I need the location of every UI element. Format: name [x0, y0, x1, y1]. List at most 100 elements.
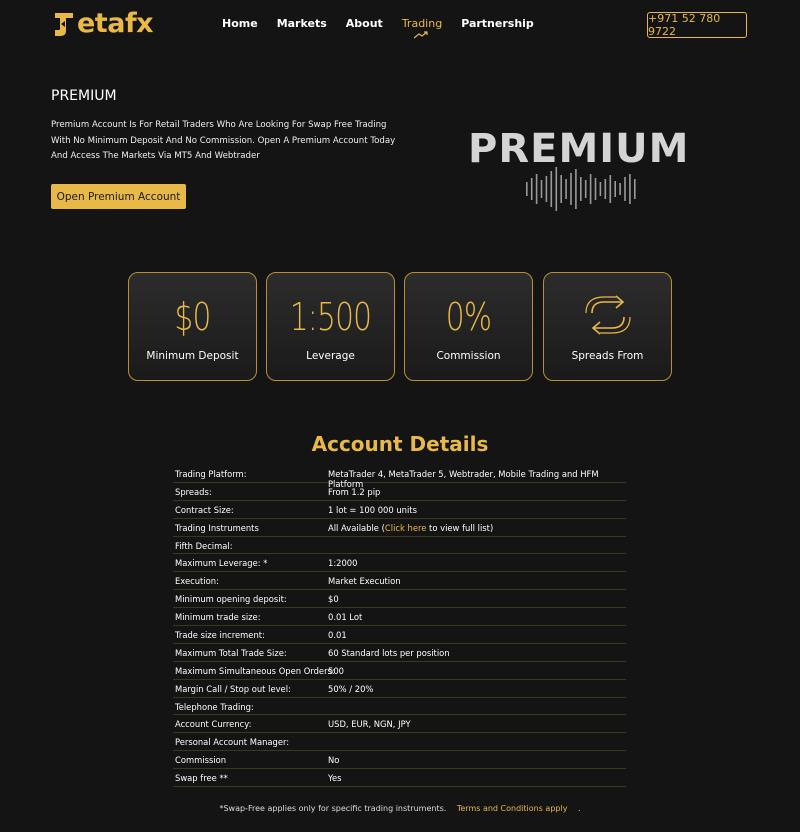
row-label: Commission [175, 755, 227, 766]
stat-label: Spreads From [571, 350, 644, 362]
nav-trading[interactable]: Trading [402, 17, 442, 39]
table-row: Maximum Total Trade Size: 60 Standard lot… [173, 644, 626, 662]
wave-bar [629, 174, 631, 204]
exchange-arrows-icon [585, 295, 631, 335]
account-details-table: Trading Platform: MetaTrader 4, MetaTrade… [173, 465, 626, 788]
row-label: Trade size increment: [175, 630, 265, 641]
terms-link[interactable]: Terms and Conditions apply [457, 804, 568, 813]
row-label: Maximum Simultaneous Open Orders: [175, 665, 335, 676]
table-row: Minimum opening deposit: $0 [173, 590, 626, 609]
stat-value: 0% [445, 295, 492, 339]
wave-bar [580, 177, 582, 201]
table-row: Trading Instruments All Available (Click … [173, 519, 626, 537]
trend-up-icon [413, 31, 428, 39]
wave-bar [589, 174, 592, 204]
table-row: Swap free ** Yes [173, 769, 626, 788]
table-row: Margin Call / Stop out level: 50% / 20% [173, 680, 626, 698]
table-row: Contract Size: 1 lot = 100 000 units [173, 501, 626, 519]
row-value: 1:2000 [328, 558, 358, 569]
footnote-text: *Swap-Free applies only for specific tra… [219, 804, 447, 813]
row-label: Personal Account Manager: [175, 737, 290, 748]
stat-card-commission: 0% Commission [404, 272, 533, 381]
sound-wave-graphic [526, 167, 636, 211]
nav-markets[interactable]: Markets [277, 17, 327, 30]
nav-home[interactable]: Home [222, 17, 258, 30]
wave-bar [584, 180, 587, 198]
hero-description: Premium Account Is For Retail Traders Wh… [51, 120, 396, 161]
wave-bar [530, 178, 533, 200]
stat-value: $0 [174, 295, 211, 339]
table-row: Commission No [173, 751, 626, 770]
row-value: From 1.2 pip [328, 486, 381, 497]
row-value: 1 lot = 100 000 units [328, 504, 417, 515]
row-label: Swap free ** [175, 773, 228, 784]
row-value-text: to view full list) [426, 522, 494, 533]
wave-bar [526, 182, 528, 196]
row-label: Telephone Trading: [175, 701, 254, 712]
wave-bar [599, 182, 602, 196]
table-row: Maximum Simultaneous Open Orders: 500 [173, 662, 626, 680]
wave-bar [555, 167, 558, 211]
wave-bar [604, 179, 607, 199]
wave-bar [619, 183, 621, 195]
table-row: Execution: Market Execution [173, 572, 626, 591]
row-label: Minimum trade size: [175, 612, 261, 623]
table-row: Trading Platform: MetaTrader 4, MetaTrade… [173, 465, 626, 489]
row-value: 500 [328, 665, 344, 676]
row-value: 50% / 20% [328, 683, 374, 694]
row-label: Execution: [175, 576, 219, 587]
logo-mark-icon [55, 12, 73, 36]
page-title: PREMIUM [51, 88, 117, 104]
stat-label: Commission [436, 350, 501, 362]
row-value: Market Execution [328, 576, 401, 587]
nav-partnership[interactable]: Partnership [461, 17, 534, 30]
row-value: 0.01 Lot [328, 612, 363, 623]
wave-bar [560, 175, 562, 203]
row-label: Trading Instruments [175, 522, 259, 533]
row-label: Margin Call / Stop out level: [175, 683, 291, 694]
row-label: Trading Platform: [175, 469, 247, 479]
logo[interactable]: etafx [52, 8, 154, 39]
logo-text: etafx [77, 8, 154, 39]
view-instruments-link[interactable]: Click here [385, 523, 427, 533]
open-premium-account-button[interactable]: Open Premium Account [51, 184, 186, 209]
wave-bar [624, 177, 626, 201]
footnote: *Swap-Free applies only for specific tra… [0, 804, 800, 813]
table-row: Personal Account Manager: [173, 733, 626, 752]
table-row: Account Currency: USD, EUR, NGN, JPY [173, 715, 626, 734]
table-row: Fifth Decimal: [173, 537, 626, 555]
row-value: 60 Standard lots per position [328, 647, 450, 658]
row-value: 0.01 [328, 630, 347, 641]
wave-bar [634, 179, 636, 199]
wave-bar [565, 179, 567, 199]
stat-card-leverage: 1:500 Leverage [266, 272, 395, 381]
row-label: Account Currency: [175, 719, 252, 730]
wave-bar [575, 169, 577, 209]
wave-bar [594, 178, 597, 200]
table-row: Minimum trade size: 0.01 Lot [173, 608, 626, 627]
stat-label: Minimum Deposit [146, 350, 239, 362]
site-header: etafx Home Markets About Trading Partner… [0, 0, 800, 52]
main-nav: Home Markets About Trading Partnership [222, 17, 553, 39]
table-row: Telephone Trading: [173, 698, 626, 716]
wave-bar [540, 180, 543, 198]
row-value: No [328, 755, 340, 766]
wave-bar [570, 173, 572, 205]
account-details-title: Account Details [311, 432, 489, 456]
row-value: USD, EUR, NGN, JPY [328, 719, 411, 730]
table-row: Spreads: From 1.2 pip [173, 483, 626, 501]
row-label: Spreads: [175, 486, 212, 497]
row-label: Contract Size: [175, 504, 234, 515]
stat-card-minimum-deposit: $0 Minimum Deposit [128, 272, 257, 381]
footnote-end: . [578, 804, 581, 813]
wave-bar [545, 176, 548, 202]
table-row: Trade size increment: 0.01 [173, 626, 626, 644]
row-label: Maximum Leverage: * [175, 558, 268, 569]
row-value: $0 [328, 594, 339, 605]
stat-value: 1:500 [289, 295, 372, 339]
phone-button[interactable]: +971 52 780 9722 [647, 12, 747, 38]
row-label: Minimum opening deposit: [175, 594, 287, 605]
row-label: Fifth Decimal: [175, 540, 233, 551]
nav-about[interactable]: About [346, 17, 383, 30]
row-value-text: All Available ( [328, 522, 385, 533]
